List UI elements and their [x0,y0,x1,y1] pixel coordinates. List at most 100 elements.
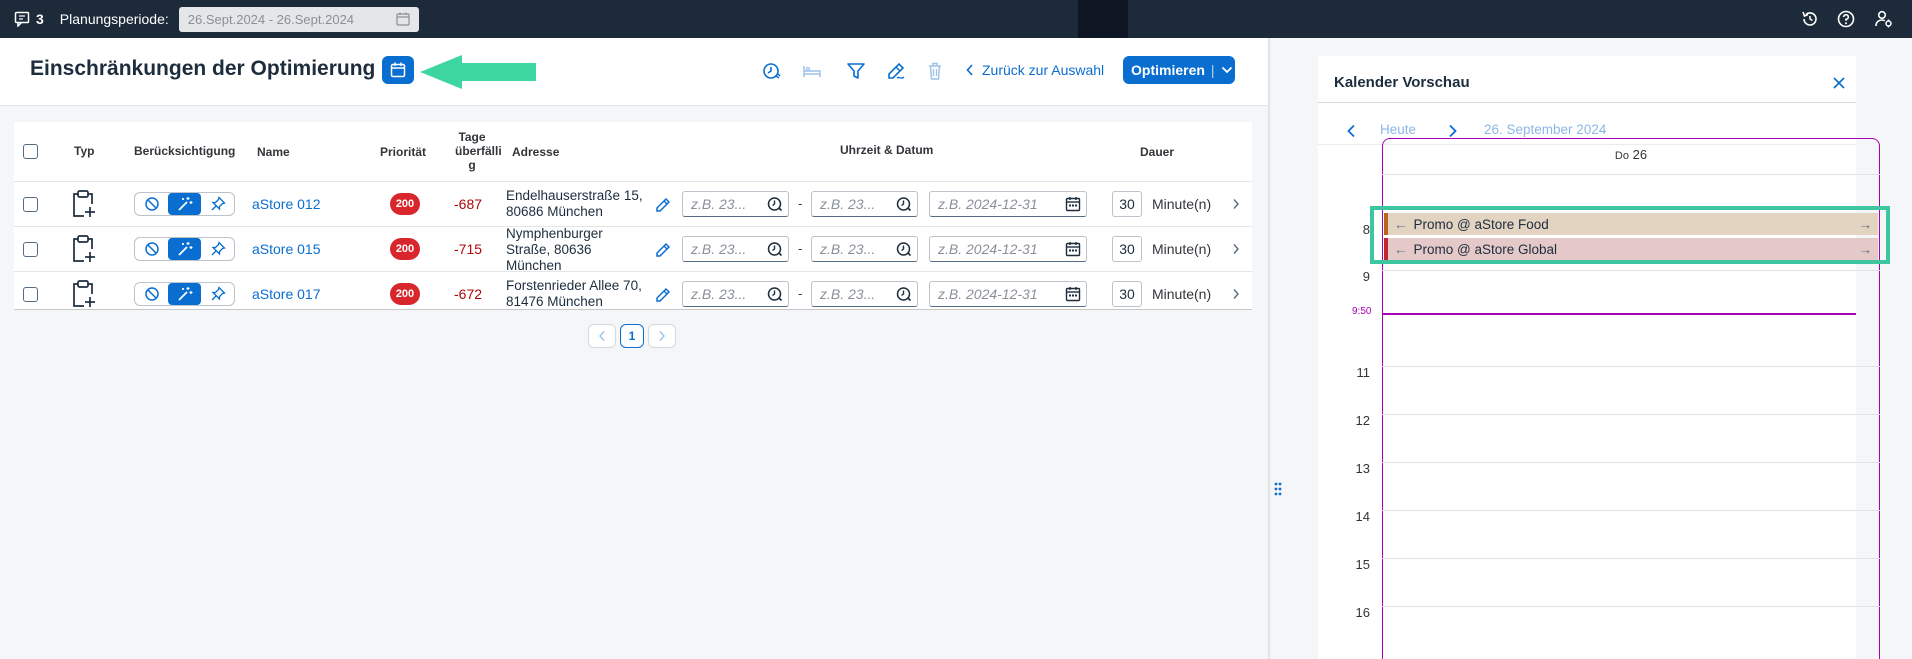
calendar-button[interactable] [382,56,414,84]
block-icon [144,197,159,211]
period-input[interactable]: 26.Sept.2024 - 26.Sept.2024 [178,6,419,32]
filter-icon[interactable] [845,60,867,82]
table-row[interactable]: aStore 017 200 -672 Forstenrieder Allee … [14,271,1252,316]
col-header-overdue: Tage überfälli g [455,130,502,172]
store-name-link[interactable]: aStore 012 [252,196,321,212]
close-icon[interactable] [1832,76,1846,90]
block-option[interactable] [135,283,168,305]
page-header: Einschränkungen der Optimierung Zurück z… [0,38,1268,106]
block-option[interactable] [135,238,168,260]
chevron-left-icon [599,331,605,341]
main-pane: Einschränkungen der Optimierung Zurück z… [0,38,1268,659]
back-to-selection-link[interactable]: Zurück zur Auswahl [966,62,1104,78]
consideration-toggle[interactable] [134,282,235,306]
start-time-placeholder: z.B. 23... [691,241,747,257]
history-icon[interactable] [1800,9,1820,29]
table-row[interactable]: aStore 015 200 -715 Nymphenburger Straße… [14,226,1252,273]
date-placeholder: z.B. 2024-12-31 [938,196,1038,212]
pager-next-button[interactable] [648,324,676,348]
chevron-left-icon[interactable] [1346,124,1356,138]
hour-label: 13 [1355,461,1370,476]
duration-input[interactable]: 30 [1112,191,1142,217]
col-header-priority: Priorität [380,145,427,159]
duration-input[interactable]: 30 [1112,281,1142,307]
time-clock-icon [767,197,783,212]
pointer-arrow-icon [420,55,536,89]
edit-icon[interactable] [654,196,672,214]
row-checkbox[interactable] [23,287,38,302]
pin-option[interactable] [201,238,234,260]
store-name-link[interactable]: aStore 017 [252,286,321,302]
store-name-link[interactable]: aStore 015 [252,241,321,257]
pager-current-page[interactable]: 1 [620,324,644,348]
auto-option[interactable] [168,193,201,215]
bed-icon[interactable] [801,60,823,82]
notification-counter[interactable]: 3 [14,11,44,27]
row-checkbox[interactable] [23,242,38,257]
end-time-input[interactable]: z.B. 23... [811,191,918,217]
current-time-line [1382,313,1856,315]
overdue-days: -715 [454,241,483,257]
constraints-table: Typ Berücksichtigung Name Priorität Tage… [14,122,1252,310]
edit-icon[interactable] [654,241,672,259]
magic-wand-icon [177,242,192,256]
hour-line [1382,606,1880,607]
date-input[interactable]: z.B. 2024-12-31 [929,236,1087,262]
start-time-input[interactable]: z.B. 23... [682,236,789,262]
chevron-right-icon[interactable] [1232,243,1240,255]
magic-wand-icon [177,197,192,211]
hour-label: 16 [1355,605,1370,620]
time-priority-icon[interactable] [761,60,783,82]
end-time-input[interactable]: z.B. 23... [811,236,918,262]
pager-prev-button[interactable] [588,324,616,348]
block-option[interactable] [135,193,168,215]
time-clock-icon [896,242,912,257]
clipboard-add-icon [73,280,95,307]
pin-option[interactable] [201,193,234,215]
range-separator: - [798,286,803,301]
time-clock-icon [767,242,783,257]
current-time-label: 9:50 [1352,306,1372,317]
date-input[interactable]: z.B. 2024-12-31 [929,281,1087,307]
col-header-address: Adresse [512,145,560,159]
calendar-icon [396,12,410,26]
delete-icon[interactable] [924,60,946,82]
header-divider [1318,102,1856,103]
calendar-title: Kalender Vorschau [1334,74,1470,91]
start-time-input[interactable]: z.B. 23... [682,191,789,217]
edit-sign-icon[interactable] [885,60,907,82]
consideration-toggle[interactable] [134,237,235,261]
user-settings-icon[interactable] [1874,9,1894,29]
chevron-right-icon[interactable] [1232,198,1240,210]
drag-handle-icon[interactable] [1273,480,1283,500]
select-all-checkbox[interactable] [23,144,38,159]
table-row[interactable]: aStore 012 200 -687 Endelhauserstraße 15… [14,181,1252,226]
consideration-toggle[interactable] [134,192,235,216]
chevron-right-icon[interactable] [1232,288,1240,300]
date-input[interactable]: z.B. 2024-12-31 [929,191,1087,217]
current-date[interactable]: 26. September 2024 [1484,122,1606,137]
chevron-down-icon[interactable] [1221,66,1233,74]
priority-badge: 200 [390,238,420,260]
chevron-right-icon[interactable] [1448,124,1458,138]
hour-label: 11 [1356,365,1371,380]
help-icon[interactable] [1836,9,1856,29]
time-clock-icon [767,287,783,302]
calendar-preview: Kalender Vorschau Heute 26. September 20… [1318,56,1890,659]
pin-option[interactable] [201,283,234,305]
edit-icon[interactable] [654,286,672,304]
optimize-button[interactable]: Optimieren | [1123,56,1235,84]
duration-unit: Minute(n) [1152,286,1212,302]
pane-divider[interactable] [1268,38,1270,659]
range-separator: - [798,241,803,256]
date-placeholder: z.B. 2024-12-31 [938,286,1038,302]
day-number: 26 [1632,147,1648,162]
auto-option[interactable] [168,238,201,260]
duration-input[interactable]: 30 [1112,236,1142,262]
calendar-icon [1065,242,1081,257]
start-time-input[interactable]: z.B. 23... [682,281,789,307]
row-checkbox[interactable] [23,197,38,212]
end-time-input[interactable]: z.B. 23... [811,281,918,307]
today-button[interactable]: Heute [1380,122,1416,137]
auto-option[interactable] [168,283,201,305]
